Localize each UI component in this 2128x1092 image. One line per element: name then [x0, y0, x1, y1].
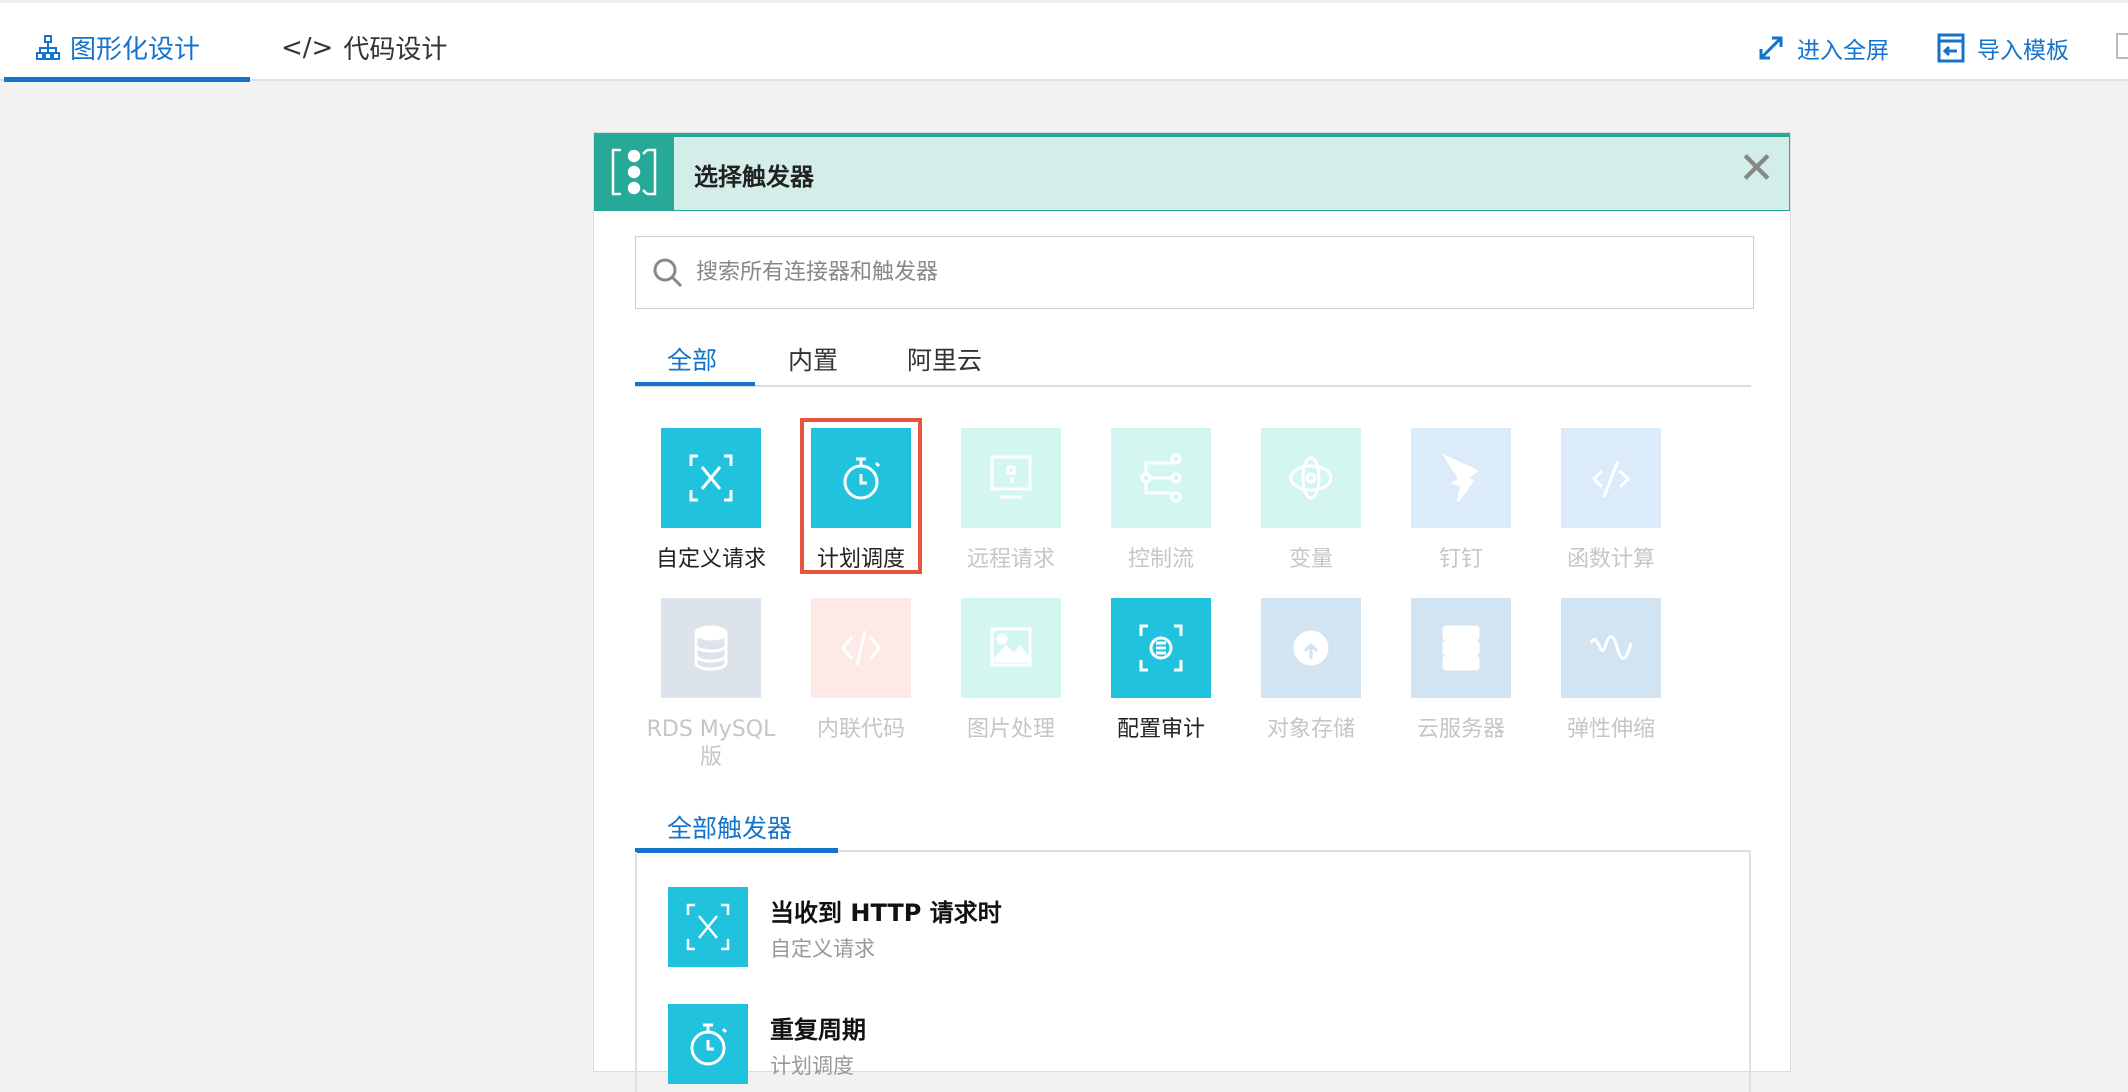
oss-icon	[1261, 598, 1361, 698]
trigger-item-schedule[interactable]: 重复周期 计划调度	[668, 1004, 1668, 1084]
panel-title: 选择触发器	[694, 163, 814, 191]
stopwatch-icon	[668, 1004, 748, 1084]
connector-tile[interactable]: 变量	[1236, 428, 1386, 578]
trigger-list: 当收到 HTTP 请求时 自定义请求 重复周期 计划调度	[635, 852, 1751, 1092]
connector-tile[interactable]: RDS MySQL 版	[636, 598, 786, 770]
connector-tile[interactable]: 云服务器	[1386, 598, 1536, 748]
connector-label: 配置审计	[1116, 717, 1205, 742]
custom-request-icon	[661, 428, 761, 528]
highlight-box	[800, 418, 922, 574]
tab-code-design[interactable]: </> 代码设计	[281, 29, 447, 66]
connector-label: 内联代码	[816, 717, 905, 742]
panel-header: 选择触发器 ✕	[594, 133, 1790, 211]
tab-graphical-design[interactable]: 图形化设计	[36, 29, 200, 66]
connector-label: 远程请求	[966, 547, 1055, 572]
image-icon	[961, 598, 1061, 698]
trigger-title: 重复周期	[770, 1016, 866, 1044]
connector-tile[interactable]: 图片处理	[936, 598, 1086, 748]
fullscreen-button[interactable]: 进入全屏	[1757, 31, 1889, 65]
code-icon	[811, 598, 911, 698]
connector-tile[interactable]: 函数计算	[1536, 428, 1686, 578]
import-label: 导入模板	[1977, 38, 2069, 64]
trigger-subtitle: 自定义请求	[770, 937, 875, 961]
connector-label: 控制流	[1127, 547, 1194, 572]
import-template-button[interactable]: 导入模板	[1937, 31, 2069, 65]
dingtalk-icon	[1411, 428, 1511, 528]
connector-label: 函数计算	[1566, 547, 1655, 572]
trigger-item-http[interactable]: 当收到 HTTP 请求时 自定义请求	[668, 887, 1668, 967]
connector-tile[interactable]: 钉钉	[1386, 428, 1536, 578]
expand-icon	[1759, 36, 1783, 60]
trigger-subtitle: 计划调度	[770, 1054, 854, 1078]
trigger-title: 当收到 HTTP 请求时	[770, 899, 1002, 927]
trigger-icon	[594, 133, 674, 211]
tab-aliyun[interactable]: 阿里云	[907, 341, 982, 377]
trigger-select-panel: 选择触发器 ✕ 全部 内置 阿里云 自定义请求计划调度 远程请求 控制流 变量 钉钉 函数…	[593, 132, 1791, 1092]
connector-label: 弹性伸缩	[1566, 717, 1655, 742]
connector-tile[interactable]: 内联代码	[786, 598, 936, 748]
connector-label: 变量	[1288, 547, 1333, 572]
connector-tile[interactable]: 控制流	[1086, 428, 1236, 578]
code-icon: </>	[281, 32, 334, 63]
search-field[interactable]	[635, 236, 1754, 309]
sitemap-icon	[36, 34, 60, 60]
connector-label: 钉钉	[1438, 547, 1483, 572]
more-icon[interactable]	[2116, 33, 2128, 59]
category-tabs: 全部 内置 阿里云	[635, 333, 1751, 387]
active-tab-indicator	[4, 77, 250, 82]
close-icon[interactable]: ✕	[1738, 147, 1775, 191]
autoscale-icon	[1561, 598, 1661, 698]
connector-label: 云服务器	[1416, 717, 1505, 742]
remote-icon	[961, 428, 1061, 528]
variable-icon	[1261, 428, 1361, 528]
search-input[interactable]	[696, 260, 1696, 285]
custom-request-icon	[668, 887, 748, 967]
tab-all[interactable]: 全部	[667, 341, 717, 377]
tab-builtin[interactable]: 内置	[788, 341, 838, 377]
connector-tile[interactable]: 配置审计	[1086, 598, 1236, 748]
fullscreen-label: 进入全屏	[1797, 38, 1889, 64]
connector-label: 图片处理	[966, 717, 1055, 742]
search-icon	[653, 258, 683, 287]
function-icon	[1561, 428, 1661, 528]
connector-label: 自定义请求	[655, 547, 766, 572]
connector-tile[interactable]: 远程请求	[936, 428, 1086, 578]
active-tab-indicator	[635, 382, 755, 386]
tab-label: 代码设计	[343, 35, 448, 65]
import-icon	[1937, 33, 1965, 63]
config-audit-icon	[1111, 598, 1211, 698]
connector-tile[interactable]: 自定义请求	[636, 428, 786, 578]
section-title: 全部触发器	[667, 814, 793, 843]
database-icon	[661, 598, 761, 698]
connector-label: RDS MySQL 版	[646, 717, 776, 770]
flow-icon	[1111, 428, 1211, 528]
top-bar: 图形化设计 </> 代码设计 进入全屏 导入模板	[0, 0, 2128, 82]
connector-tile[interactable]: 对象存储	[1236, 598, 1386, 748]
connector-label: 对象存储	[1266, 717, 1355, 742]
server-icon	[1411, 598, 1511, 698]
connector-tile[interactable]: 弹性伸缩	[1536, 598, 1686, 748]
tab-label: 图形化设计	[70, 35, 201, 65]
